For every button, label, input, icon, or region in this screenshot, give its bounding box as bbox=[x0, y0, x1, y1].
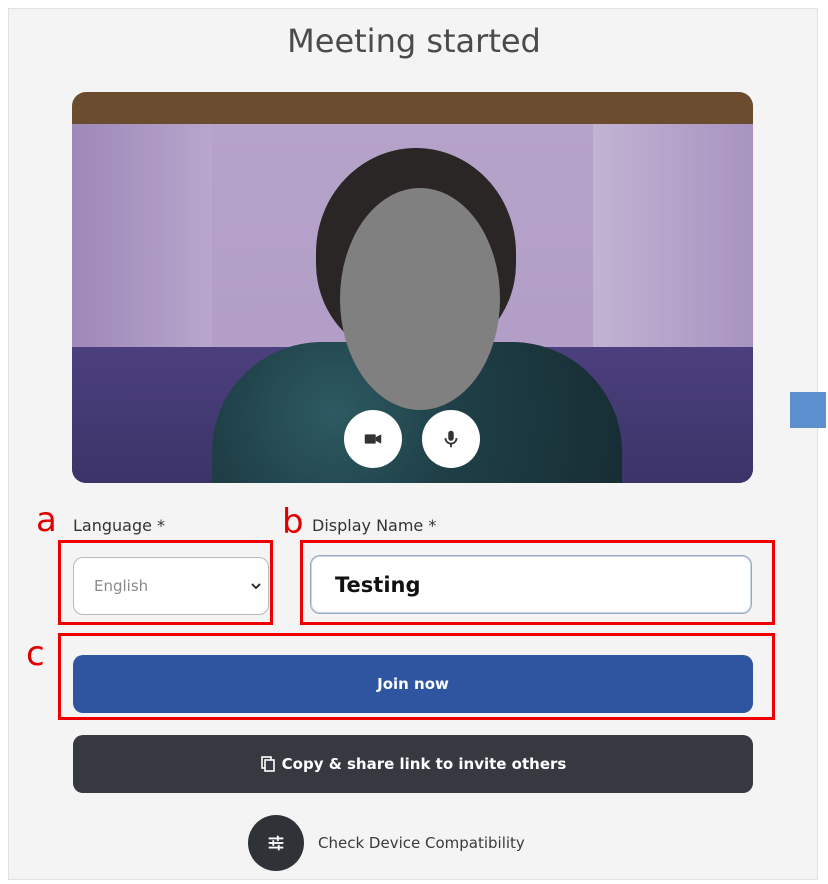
copy-icon bbox=[260, 756, 275, 772]
annotation-box-b bbox=[300, 540, 775, 625]
check-device-compatibility-label: Check Device Compatibility bbox=[318, 834, 525, 852]
camera-toggle-button[interactable] bbox=[344, 410, 402, 468]
check-device-compatibility[interactable]: Check Device Compatibility bbox=[248, 815, 525, 871]
background-curtain-left bbox=[72, 124, 212, 372]
sliders-icon bbox=[268, 835, 284, 851]
language-label: Language * bbox=[73, 516, 166, 535]
side-arrow-marker bbox=[790, 392, 826, 428]
annotation-c: c bbox=[26, 634, 45, 674]
blurred-face bbox=[340, 188, 500, 410]
annotation-box-a bbox=[58, 540, 273, 625]
microphone-toggle-button[interactable] bbox=[422, 410, 480, 468]
display-name-label: Display Name * bbox=[312, 516, 437, 535]
video-camera-icon bbox=[364, 434, 382, 444]
page-title: Meeting started bbox=[287, 22, 541, 60]
annotation-b: b bbox=[282, 502, 304, 542]
annotation-a: a bbox=[36, 500, 57, 540]
settings-sliders-button[interactable] bbox=[248, 815, 304, 871]
background-curtain-right bbox=[593, 124, 753, 372]
microphone-icon bbox=[444, 430, 458, 448]
video-preview bbox=[72, 92, 753, 483]
annotation-box-c bbox=[58, 633, 775, 720]
copy-share-link-label: Copy & share link to invite others bbox=[281, 755, 567, 773]
copy-share-link-button[interactable]: Copy & share link to invite others bbox=[73, 735, 753, 793]
